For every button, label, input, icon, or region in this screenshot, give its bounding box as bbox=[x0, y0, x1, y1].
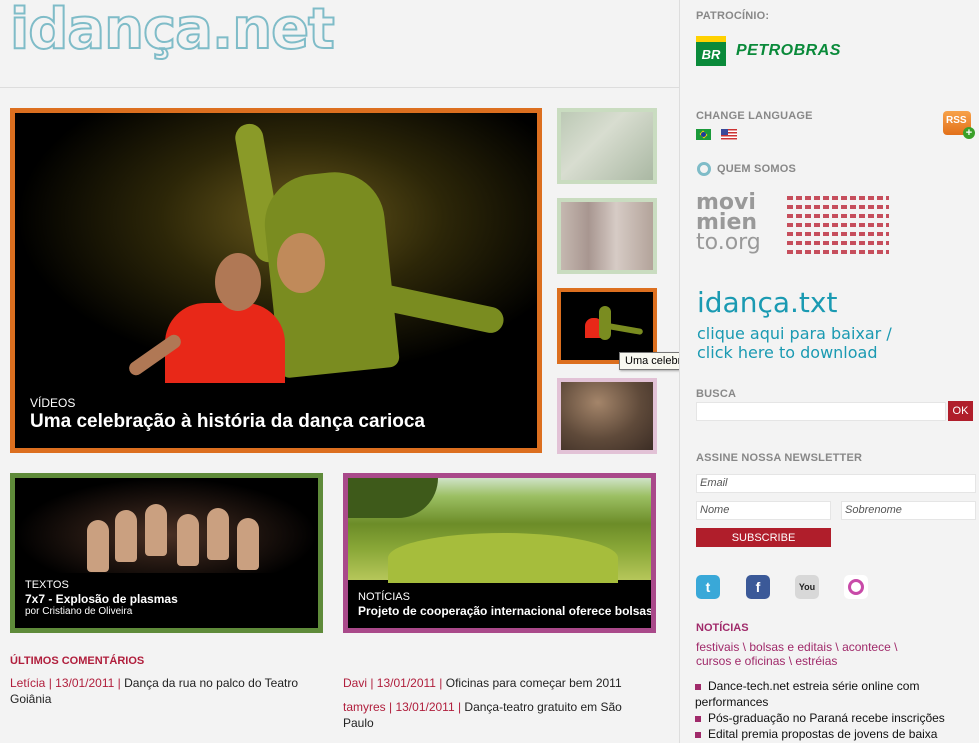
newsletter-label: ASSINE NOSSA NEWSLETTER bbox=[696, 452, 863, 464]
email-field[interactable]: Email bbox=[696, 474, 976, 493]
comments-title: ÚLTIMOS COMENTÁRIOS bbox=[10, 655, 145, 667]
brazil-flag-icon[interactable] bbox=[696, 129, 711, 140]
category-links[interactable]: festivais \ bolsas e editais \ acontece … bbox=[696, 640, 897, 654]
header: idança.net bbox=[0, 0, 679, 88]
comment-meta[interactable]: tamyres | 13/01/2011 | bbox=[343, 700, 461, 714]
featured-video[interactable]: VÍDEOS Uma celebração à história da danç… bbox=[10, 108, 542, 453]
comment-item[interactable]: Letícia | 13/01/2011 | Dança da rua no p… bbox=[10, 675, 320, 707]
featured-photo bbox=[15, 113, 537, 383]
card-noticias[interactable]: NOTÍCIAS Projeto de cooperação internaci… bbox=[343, 473, 656, 633]
card-noticias-photo bbox=[348, 478, 651, 583]
search-input[interactable] bbox=[696, 402, 946, 421]
download-line: click here to download bbox=[697, 343, 878, 362]
card-noticias-category: NOTÍCIAS bbox=[358, 591, 410, 603]
page: idança.net VÍDEOS Uma celebração à histó… bbox=[0, 0, 979, 743]
search-label: BUSCA bbox=[696, 388, 737, 400]
thumbnail-1[interactable] bbox=[557, 108, 657, 184]
movimiento-logo[interactable]: movi mien to.org bbox=[696, 192, 761, 255]
card-textos-byline: por Cristiano de Oliveira bbox=[25, 606, 133, 617]
card-textos-category: TEXTOS bbox=[25, 579, 69, 591]
last-name-field[interactable]: Sobrenome bbox=[841, 501, 976, 520]
featured-category: VÍDEOS bbox=[30, 396, 76, 410]
twitter-icon[interactable]: t bbox=[696, 575, 720, 599]
category-links[interactable]: cursos e oficinas \ estréias bbox=[696, 654, 897, 668]
featured-title[interactable]: Uma celebração à história da dança cario… bbox=[30, 411, 425, 433]
comment-text[interactable]: Oficinas para começar bem 2011 bbox=[442, 676, 622, 690]
pixel-logo-icon bbox=[787, 196, 889, 258]
movimiento-line: to.org bbox=[696, 230, 761, 255]
comment-meta[interactable]: Davi | 13/01/2011 | bbox=[343, 676, 442, 690]
noticias-categories[interactable]: festivais \ bolsas e editais \ acontece … bbox=[696, 640, 897, 668]
bullet-icon bbox=[695, 731, 701, 738]
add-icon: + bbox=[963, 127, 975, 139]
card-textos-photo bbox=[15, 478, 318, 573]
card-textos-title[interactable]: 7x7 - Explosão de plasmas bbox=[25, 592, 178, 606]
sponsor-name[interactable]: PETROBRAS bbox=[736, 42, 841, 60]
download-line: clique aqui para baixar / bbox=[697, 324, 892, 343]
usa-flag-icon[interactable] bbox=[721, 129, 737, 140]
news-item[interactable]: Edital premia propostas de jovens de bai… bbox=[695, 726, 975, 742]
news-title[interactable]: Pós-graduação no Paraná recebe inscriçõe… bbox=[708, 711, 945, 725]
site-logo[interactable]: idança.net bbox=[9, 1, 336, 59]
bullet-icon bbox=[695, 715, 701, 722]
rss-icon[interactable]: RSS + bbox=[943, 111, 975, 139]
subscribe-button[interactable]: SUBSCRIBE bbox=[696, 528, 831, 547]
card-textos[interactable]: TEXTOS 7x7 - Explosão de plasmas por Cri… bbox=[10, 473, 323, 633]
orkut-icon[interactable] bbox=[844, 575, 868, 599]
sponsor-label: PATROCÍNIO: bbox=[696, 10, 770, 22]
thumbnail-4[interactable] bbox=[557, 378, 657, 454]
idanca-txt-link[interactable]: clique aqui para baixar / click here to … bbox=[697, 324, 892, 362]
circle-icon bbox=[697, 162, 711, 176]
search-button[interactable]: OK bbox=[948, 401, 973, 421]
noticias-label: NOTÍCIAS bbox=[696, 622, 749, 634]
thumbnail-2[interactable] bbox=[557, 198, 657, 274]
card-noticias-title[interactable]: Projeto de cooperação internacional ofer… bbox=[358, 604, 651, 618]
news-item[interactable]: Dance-tech.net estreia série online com … bbox=[695, 678, 975, 710]
idanca-txt-title[interactable]: idança.txt bbox=[697, 286, 837, 319]
first-name-field[interactable]: Nome bbox=[696, 501, 831, 520]
youtube-icon[interactable]: You bbox=[795, 575, 819, 599]
comment-meta[interactable]: Letícia | 13/01/2011 | bbox=[10, 676, 121, 690]
change-language-label: CHANGE LANGUAGE bbox=[696, 110, 813, 122]
about-label[interactable]: QUEM SOMOS bbox=[717, 163, 796, 175]
news-title[interactable]: Edital premia propostas de jovens de bai… bbox=[708, 727, 937, 741]
comment-item[interactable]: tamyres | 13/01/2011 | Dança-teatro grat… bbox=[343, 699, 643, 731]
petrobras-logo-icon[interactable]: BR bbox=[696, 36, 726, 66]
rss-label: RSS bbox=[946, 115, 967, 126]
news-title[interactable]: Dance-tech.net estreia série online com … bbox=[695, 679, 919, 709]
comment-item[interactable]: Davi | 13/01/2011 | Oficinas para começa… bbox=[343, 675, 656, 691]
facebook-icon[interactable]: f bbox=[746, 575, 770, 599]
bullet-icon bbox=[695, 683, 701, 690]
news-item[interactable]: Pós-graduação no Paraná recebe inscriçõe… bbox=[695, 710, 975, 726]
